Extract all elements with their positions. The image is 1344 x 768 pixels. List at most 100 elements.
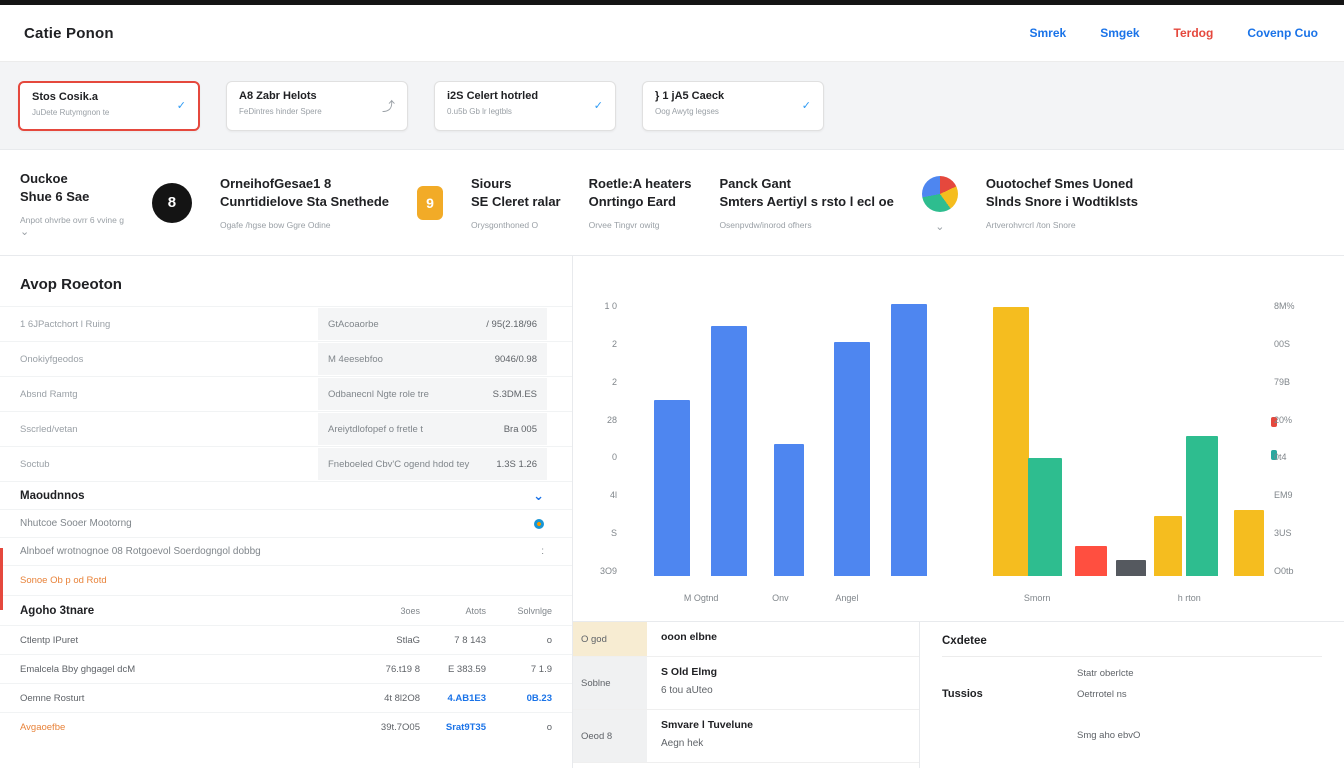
- stat-card[interactable]: Stos Cosik.aJuDete Rutymgnon te✓: [18, 81, 200, 131]
- accordion-label: Nhutcoe Sooer Mootorng: [20, 518, 132, 529]
- report-rows: 1 6JPactchort l Ruing GtAcoaorbe / 95(2.18…: [0, 306, 572, 481]
- report-row-label: Soctub: [0, 447, 318, 481]
- table-cell: 7 1.9: [486, 664, 552, 675]
- chart-bar: [834, 342, 870, 576]
- feature-caption: Osenpvdw/inorod ofhers: [719, 220, 893, 230]
- panel-title: Avop Roeoton: [0, 256, 572, 306]
- x-axis-label: Onv: [772, 593, 789, 603]
- report-row-value: 9046/0.98: [495, 354, 537, 365]
- report-row-value: S.3DM.ES: [493, 389, 537, 400]
- feature-title: Ouotochef Smes Uoned: [986, 175, 1138, 193]
- feature-title: Panck Gant: [719, 175, 893, 193]
- check-icon: ✓: [594, 99, 603, 112]
- report-row-value-box: Odbanecnl Ngte role treS.3DM.ES: [318, 378, 547, 410]
- report-row-label: Onokiyfgeodos: [0, 342, 318, 376]
- nav-link[interactable]: Covenp Cuo: [1247, 26, 1318, 40]
- chart-bar: [774, 444, 804, 576]
- feature-item: OrneihofGesae1 8Cunrtidielove Sta Snethe…: [220, 175, 389, 229]
- details-lines: Statr oberlcteOetrrotel ns: [1077, 668, 1322, 700]
- report-row: 1 6JPactchort l Ruing GtAcoaorbe / 95(2.18…: [0, 306, 572, 341]
- stat-card[interactable]: i2S Celert hotrled0.u5b Gb lr legtbls✓: [434, 81, 616, 131]
- table-cell: 76.t19 8: [354, 664, 420, 675]
- report-row-value: / 95(2.18/96: [486, 319, 537, 330]
- chevron-down-icon[interactable]: ⌄: [20, 229, 124, 235]
- schedule-content: S Old Elmg6 tou aUteo: [647, 657, 919, 709]
- pie-chart-icon[interactable]: [922, 176, 958, 212]
- features-row: OuckoeShue 6 SaeAnpot ohvrbe ovrr 6 vvin…: [0, 150, 1344, 255]
- schedule-key: Soblne: [573, 657, 647, 709]
- header: Catie Ponon SmrekSmgekTerdogCovenp Cuo: [0, 5, 1344, 62]
- x-axis-label: M Ogtnd: [684, 593, 719, 603]
- feature-title: Ouckoe: [20, 170, 124, 188]
- schedule-content: ooon elbne: [647, 622, 919, 656]
- right-tick-label: 20%: [1274, 415, 1314, 425]
- dark-circle-icon[interactable]: 8: [152, 183, 192, 223]
- right-tick-label: 8M%: [1274, 301, 1314, 311]
- accordion-row[interactable]: Nhutcoe Sooer Mootorng: [0, 509, 572, 537]
- schedule-table: O godooon elbneSoblneS Old Elmg6 tou aUt…: [573, 622, 920, 768]
- stats-table-header: Agoho 3tnare 3oesAtotsSolvnlge: [0, 595, 572, 625]
- details-line: Statr oberlcte: [1077, 668, 1322, 679]
- feature-title: Roetle:A heaters: [589, 175, 692, 193]
- table-row-label: Ctlentp IPuret: [20, 635, 354, 646]
- report-row: Absnd RamtgOdbanecnl Ngte role treS.3DM.…: [0, 376, 572, 411]
- accordion-row[interactable]: Maoudnnos⌄: [0, 481, 572, 509]
- y-tick-label: 28: [583, 415, 617, 425]
- nav-link[interactable]: Smgek: [1100, 26, 1139, 40]
- chevron-down-icon[interactable]: ⌄: [533, 492, 544, 500]
- accordion-label: Alnboef wrotnognoe 08 Rotgoevol Soerdogn…: [20, 546, 261, 557]
- column-header: 3oes: [354, 606, 420, 616]
- table-cell[interactable]: 0B.23: [486, 693, 552, 704]
- nav-link[interactable]: Terdog: [1174, 26, 1214, 40]
- right-tick-label: EM9: [1274, 490, 1314, 500]
- feature-item: Roetle:A heatersOnrtingo EardOrvee Tingv…: [589, 175, 692, 229]
- x-axis-label: Angel: [835, 593, 858, 603]
- schedule-row: Oeod 8Smvare l TuveluneAegn hek: [573, 710, 919, 763]
- table-cell[interactable]: 4.AB1E3: [420, 693, 486, 704]
- feature-caption: Artverohvrcrl /ton Snore: [986, 220, 1138, 230]
- stat-card[interactable]: A8 Zabr HelotsFeDintres hinder Spere⤴: [226, 81, 408, 131]
- stat-card[interactable]: } 1 jA5 CaeckOog Awytg legses✓: [642, 81, 824, 131]
- chart-right-axis: 8M%00S79B20%0t4EM93USO0tb: [1274, 301, 1314, 576]
- stat-card-text: Stos Cosik.aJuDete Rutymgnon te: [32, 91, 109, 121]
- nav-link[interactable]: Smrek: [1029, 26, 1066, 40]
- feature-title: Shue 6 Sae: [20, 188, 124, 206]
- more-icon[interactable]: :: [541, 546, 544, 557]
- report-row-name: GtAcoaorbe: [328, 319, 379, 330]
- stat-card-text: } 1 jA5 CaeckOog Awytg legses: [655, 90, 724, 122]
- schedule-line: Smvare l Tuvelune: [661, 719, 905, 731]
- feature-title: Smters Aertiyl s rsto l ecl oe: [719, 193, 893, 211]
- chart-y-axis: 1 0222804lS3O9: [583, 301, 617, 576]
- right-tick-label: O0tb: [1274, 566, 1314, 576]
- report-row-value-box: GtAcoaorbe / 95(2.18/96: [318, 308, 547, 340]
- chart-bar: [711, 326, 747, 576]
- report-row-name: Fneboeled Cbv'C ogend hdod tey: [328, 459, 469, 470]
- right-tick-label: 0t4: [1274, 452, 1314, 462]
- schedule-row: SoblneS Old Elmg6 tou aUteo: [573, 657, 919, 710]
- chart-bar: [1075, 546, 1107, 576]
- table-cell: E 383.59: [420, 664, 486, 675]
- feature-item: Ouotochef Smes UonedSlnds Snore i Wodtik…: [986, 175, 1138, 229]
- feature-caption: Ogafe /hgse bow Ggre Odine: [220, 220, 389, 230]
- column-header: Atots: [420, 606, 486, 616]
- chevron-down-icon[interactable]: ⌄: [935, 224, 944, 230]
- accordion-row[interactable]: Alnboef wrotnognoe 08 Rotgoevol Soerdogn…: [0, 537, 572, 565]
- schedule-line: ooon elbne: [661, 631, 905, 643]
- y-tick-label: 3O9: [583, 566, 617, 576]
- bottom-section: O godooon elbneSoblneS Old Elmg6 tou aUt…: [573, 621, 1344, 768]
- stats-table-title: Agoho 3tnare: [20, 605, 354, 617]
- report-row-value: Bra 005: [504, 424, 537, 435]
- table-cell: 39t.7O05: [354, 722, 420, 733]
- right-area: 1 0222804lS3O9 8M%00S79B20%0t4EM93USO0tb…: [573, 256, 1344, 768]
- table-row-label: Emalcela Bby ghgagel dcM: [20, 664, 354, 675]
- report-row-label: 1 6JPactchort l Ruing: [0, 307, 318, 341]
- schedule-line: Aegn hek: [661, 738, 905, 749]
- stat-card-title: i2S Celert hotrled: [447, 90, 538, 102]
- accordion: Maoudnnos⌄ Nhutcoe Sooer Mootorng Alnboef …: [0, 481, 572, 565]
- table-cell[interactable]: Srat9T35: [420, 722, 486, 733]
- table-cell: 7 8 143: [420, 635, 486, 646]
- yellow-badge-icon[interactable]: 9: [417, 186, 443, 220]
- chart-x-labels: M OgtndOnvAngelSmornh rton: [625, 593, 1259, 605]
- alert-link[interactable]: Sonoe Ob p od Rotd: [0, 565, 572, 595]
- chart-bar: [993, 307, 1029, 577]
